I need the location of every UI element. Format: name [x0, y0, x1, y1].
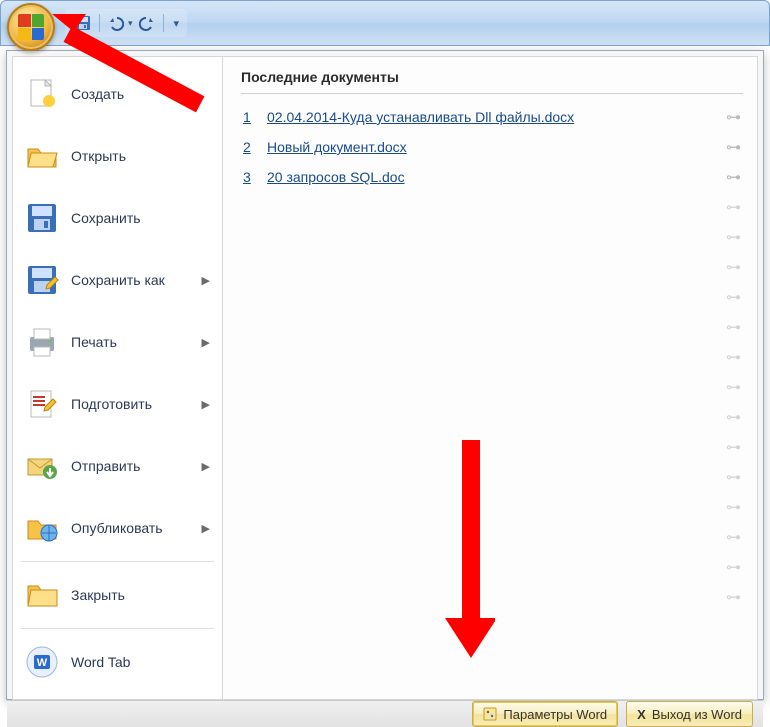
recent-doc-name[interactable]: 02.04.2014-Куда устанавливать Dll файлы.…	[267, 109, 714, 125]
undo-dropdown-icon[interactable]: ▾	[128, 18, 133, 29]
submenu-arrow-icon: ▶	[202, 522, 210, 535]
save-icon[interactable]	[73, 13, 93, 33]
office-menu-panel: СоздатьОткрытьСохранитьСохранить как▶Печ…	[6, 50, 764, 700]
menu-item-print[interactable]: Печать ▶	[17, 311, 218, 373]
save-disk-icon	[25, 201, 59, 235]
word-options-label: Параметры Word	[503, 707, 607, 722]
menu-item-new[interactable]: Создать	[17, 63, 218, 125]
svg-text:W: W	[37, 657, 48, 669]
submenu-arrow-icon: ▶	[202, 398, 210, 411]
menu-footer: Параметры Word X Выход из Word	[7, 700, 763, 727]
pin-placeholder-icon: ⊶	[241, 222, 743, 252]
prepare-icon	[25, 387, 59, 421]
menu-item-label: Открыть	[71, 148, 126, 164]
menu-item-open[interactable]: Открыть	[17, 125, 218, 187]
recent-document-item[interactable]: 1 02.04.2014-Куда устанавливать Dll файлы…	[241, 102, 743, 132]
publish-icon	[25, 511, 59, 545]
close-x-icon: X	[637, 707, 646, 722]
pin-placeholder-icon: ⊶	[241, 582, 743, 612]
menu-item-label: Сохранить как	[71, 272, 165, 288]
menu-item-saveas[interactable]: Сохранить как ▶	[17, 249, 218, 311]
menu-item-wordtab[interactable]: W Word Tab	[17, 631, 218, 693]
pin-placeholder-icon: ⊶	[241, 312, 743, 342]
pin-placeholder-icon: ⊶	[241, 522, 743, 552]
pin-placeholder-icon: ⊶	[241, 402, 743, 432]
close-folder-icon	[25, 578, 59, 612]
menu-item-label: Закрыть	[71, 587, 125, 603]
pin-placeholder-icon: ⊶	[241, 552, 743, 582]
recent-doc-number: 1	[243, 109, 255, 125]
recent-documents-panel: Последние документы 1 02.04.2014-Куда уст…	[223, 57, 757, 699]
pin-placeholder-icon: ⊶	[241, 192, 743, 222]
recent-doc-name[interactable]: 20 запросов SQL.doc	[267, 169, 714, 185]
qat-customize-icon[interactable]: ▾	[174, 17, 180, 30]
pin-icon[interactable]: ⊶	[726, 108, 741, 126]
pin-placeholder-icon: ⊶	[241, 432, 743, 462]
pin-placeholder-icon: ⊶	[241, 372, 743, 402]
pin-icon[interactable]: ⊶	[726, 168, 741, 186]
exit-word-label: Выход из Word	[652, 707, 742, 722]
submenu-arrow-icon: ▶	[202, 274, 210, 287]
undo-icon[interactable]	[106, 13, 126, 33]
menu-item-label: Опубликовать	[71, 520, 163, 536]
menu-item-label: Сохранить	[71, 210, 141, 226]
office-logo-icon	[18, 14, 44, 40]
recent-doc-name[interactable]: Новый документ.docx	[267, 139, 714, 155]
menu-item-label: Создать	[71, 86, 124, 102]
menu-item-label: Подготовить	[71, 396, 152, 412]
menu-item-publish[interactable]: Опубликовать ▶	[17, 497, 218, 559]
submenu-arrow-icon: ▶	[202, 336, 210, 349]
pin-placeholder-icon: ⊶	[241, 282, 743, 312]
printer-icon	[25, 325, 59, 359]
menu-item-close[interactable]: Закрыть	[17, 564, 218, 626]
menu-item-prepare[interactable]: Подготовить ▶	[17, 373, 218, 435]
word-tab-icon: W	[25, 645, 59, 679]
menu-item-label: Отправить	[71, 458, 140, 474]
pin-placeholder-icon: ⊶	[241, 252, 743, 282]
open-folder-icon	[25, 139, 59, 173]
menu-body: СоздатьОткрытьСохранитьСохранить как▶Печ…	[12, 56, 758, 700]
recent-doc-number: 3	[243, 169, 255, 185]
pin-placeholder-icon: ⊶	[241, 492, 743, 522]
submenu-arrow-icon: ▶	[202, 460, 210, 473]
pin-icon[interactable]: ⊶	[726, 138, 741, 156]
pin-placeholder-icon: ⊶	[241, 462, 743, 492]
new-doc-icon	[25, 77, 59, 111]
pin-placeholder-icon: ⊶	[241, 342, 743, 372]
word-options-button[interactable]: Параметры Word	[472, 701, 618, 727]
menu-item-label: Печать	[71, 334, 117, 350]
menu-item-save[interactable]: Сохранить	[17, 187, 218, 249]
menu-item-label: Word Tab	[71, 654, 130, 670]
redo-icon[interactable]	[137, 13, 157, 33]
menu-item-send[interactable]: Отправить ▶	[17, 435, 218, 497]
menu-left-column: СоздатьОткрытьСохранитьСохранить как▶Печ…	[13, 57, 223, 699]
send-icon	[25, 449, 59, 483]
recent-documents-title: Последние документы	[241, 69, 743, 94]
title-bar: ▾ ▾	[0, 0, 770, 46]
quick-access-toolbar: ▾ ▾	[65, 9, 187, 37]
recent-document-item[interactable]: 2 Новый документ.docx ⊶	[241, 132, 743, 162]
options-icon	[483, 707, 497, 721]
recent-doc-number: 2	[243, 139, 255, 155]
exit-word-button[interactable]: X Выход из Word	[626, 701, 753, 727]
save-as-icon	[25, 263, 59, 297]
recent-documents-list: 1 02.04.2014-Куда устанавливать Dll файлы…	[241, 102, 743, 192]
recent-document-item[interactable]: 3 20 запросов SQL.doc ⊶	[241, 162, 743, 192]
office-button[interactable]	[7, 3, 55, 51]
